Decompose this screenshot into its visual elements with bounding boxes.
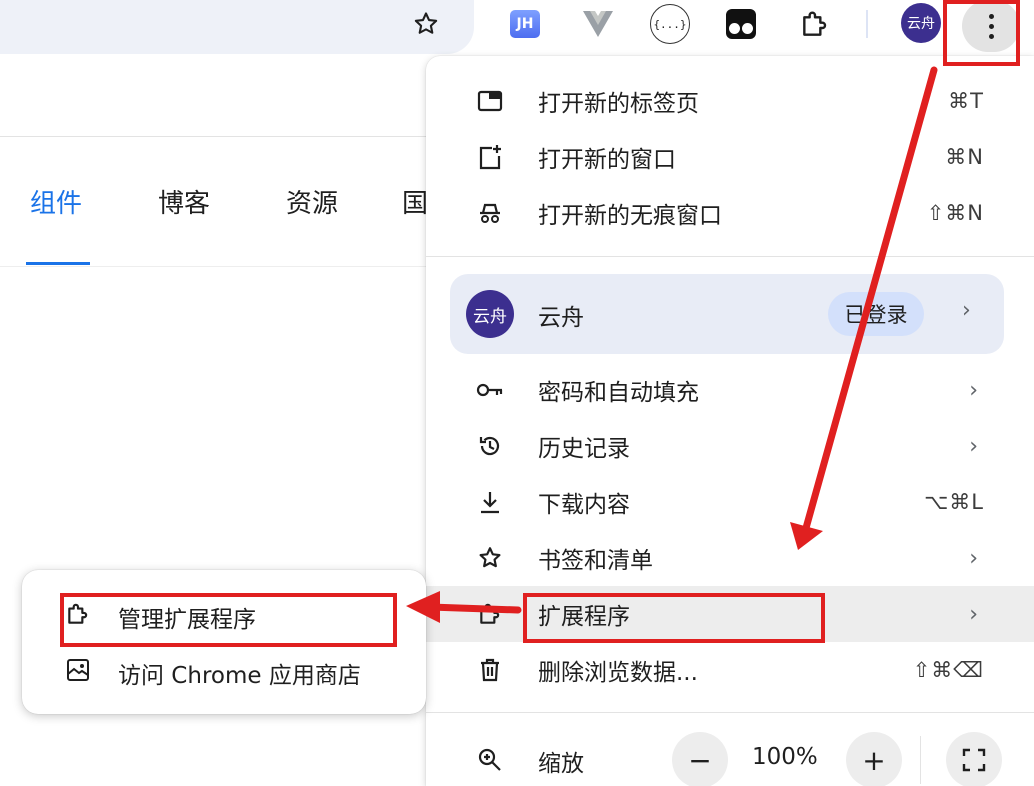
shortcut-label: ⌘T bbox=[948, 89, 984, 113]
menu-item-bookmarks[interactable]: 书签和清单 › bbox=[426, 530, 1034, 586]
extensions-puzzle-icon bbox=[803, 11, 827, 36]
extensions-puzzle-icon bbox=[474, 598, 506, 630]
page-divider bbox=[0, 136, 426, 137]
menu-item-label: 打开新的标签页 bbox=[538, 91, 699, 117]
annotation-highlight-menu-button bbox=[943, 0, 1020, 66]
menu-item-downloads[interactable]: 下载内容 ⌥⌘L bbox=[426, 474, 1034, 530]
menu-divider bbox=[426, 712, 1034, 713]
menu-item-label: 打开新的窗口 bbox=[538, 147, 676, 173]
chrome-main-menu: 打开新的标签页 ⌘T 打开新的窗口 ⌘N 打开新的无痕窗口 ⇧⌘N 云舟 云舟 … bbox=[426, 56, 1034, 786]
menu-item-history[interactable]: 历史记录 › bbox=[426, 418, 1034, 474]
shortcut-label: ⇧⌘⌫ bbox=[912, 658, 984, 682]
extensions-button[interactable] bbox=[795, 4, 835, 44]
submenu-item-web-store[interactable]: 访问 Chrome 应用商店 bbox=[22, 642, 426, 698]
key-icon bbox=[474, 374, 506, 406]
zoom-out-button[interactable]: − bbox=[672, 732, 728, 786]
menu-item-label: 删除浏览数据... bbox=[538, 660, 698, 686]
download-icon bbox=[474, 486, 506, 518]
shortcut-label: ⌥⌘L bbox=[924, 490, 984, 514]
page-divider bbox=[0, 266, 426, 267]
nav-active-indicator bbox=[26, 262, 90, 265]
site-nav: 组件 博客 资源 国 bbox=[0, 175, 428, 235]
shortcut-label: ⌘N bbox=[945, 145, 984, 169]
menu-item-label: 历史记录 bbox=[538, 436, 630, 462]
annotation-highlight-manage bbox=[60, 593, 397, 647]
jh-extension-button[interactable]: JH bbox=[505, 4, 545, 44]
menu-profile-row[interactable]: 云舟 云舟 已登录 › bbox=[450, 274, 1004, 354]
menu-item-label: 打开新的无痕窗口 bbox=[538, 203, 722, 229]
json-viewer-icon: {...} bbox=[650, 4, 690, 44]
history-icon bbox=[474, 430, 506, 462]
chevron-right-icon: › bbox=[969, 545, 978, 571]
vue-devtools-button[interactable] bbox=[578, 4, 618, 44]
menu-item-label: 密码和自动填充 bbox=[538, 380, 699, 406]
star-icon bbox=[474, 542, 506, 574]
nav-item-blog[interactable]: 博客 bbox=[158, 183, 210, 220]
profile-avatar: 云舟 bbox=[466, 290, 514, 338]
zoom-label: 缩放 bbox=[538, 751, 584, 777]
chevron-right-icon: › bbox=[969, 377, 978, 403]
profile-name: 云舟 bbox=[538, 305, 584, 331]
zoom-value: 100% bbox=[752, 744, 818, 770]
submenu-item-label: 访问 Chrome 应用商店 bbox=[118, 663, 361, 689]
menu-item-label: 下载内容 bbox=[538, 492, 630, 518]
menu-zoom-row: 缩放 − 100% + bbox=[426, 732, 1034, 786]
annotation-highlight-extensions bbox=[523, 593, 825, 643]
zoom-icon bbox=[474, 744, 506, 776]
menu-item-new-window[interactable]: 打开新的窗口 ⌘N bbox=[426, 129, 1034, 185]
chevron-right-icon: › bbox=[969, 601, 978, 627]
jh-extension-icon: JH bbox=[510, 10, 540, 38]
chevron-right-icon: › bbox=[969, 433, 978, 459]
menu-item-incognito[interactable]: 打开新的无痕窗口 ⇧⌘N bbox=[426, 185, 1034, 241]
address-bar[interactable] bbox=[0, 0, 474, 54]
new-tab-icon bbox=[474, 85, 506, 117]
menu-item-passwords[interactable]: 密码和自动填充 › bbox=[426, 362, 1034, 418]
tampermonkey-icon bbox=[726, 9, 756, 39]
chevron-right-icon: › bbox=[962, 298, 971, 323]
vue-devtools-icon bbox=[583, 11, 613, 37]
trash-icon bbox=[474, 654, 506, 686]
web-store-icon bbox=[62, 654, 94, 686]
new-window-icon bbox=[474, 141, 506, 173]
signed-in-badge: 已登录 bbox=[828, 292, 924, 336]
bookmark-star-button[interactable] bbox=[404, 2, 448, 46]
json-viewer-button[interactable]: {...} bbox=[650, 4, 690, 44]
star-icon bbox=[414, 12, 438, 34]
zoom-separator bbox=[920, 736, 921, 784]
tampermonkey-button[interactable] bbox=[721, 4, 761, 44]
browser-toolbar: JH {...} 云舟 bbox=[0, 0, 1034, 56]
shortcut-label: ⇧⌘N bbox=[926, 201, 984, 225]
nav-item-components[interactable]: 组件 bbox=[30, 183, 82, 220]
fullscreen-icon bbox=[962, 748, 986, 772]
zoom-in-button[interactable]: + bbox=[846, 732, 902, 786]
fullscreen-button[interactable] bbox=[946, 732, 1002, 786]
menu-divider bbox=[426, 256, 1034, 257]
toolbar-separator bbox=[866, 10, 868, 38]
profile-avatar-button[interactable]: 云舟 bbox=[901, 3, 941, 43]
menu-item-label: 书签和清单 bbox=[538, 548, 653, 574]
menu-item-new-tab[interactable]: 打开新的标签页 ⌘T bbox=[426, 73, 1034, 129]
menu-item-clear-data[interactable]: 删除浏览数据... ⇧⌘⌫ bbox=[426, 642, 1034, 698]
nav-item-resources[interactable]: 资源 bbox=[286, 183, 338, 220]
incognito-icon bbox=[474, 197, 506, 229]
nav-item-more[interactable]: 国 bbox=[402, 183, 428, 220]
